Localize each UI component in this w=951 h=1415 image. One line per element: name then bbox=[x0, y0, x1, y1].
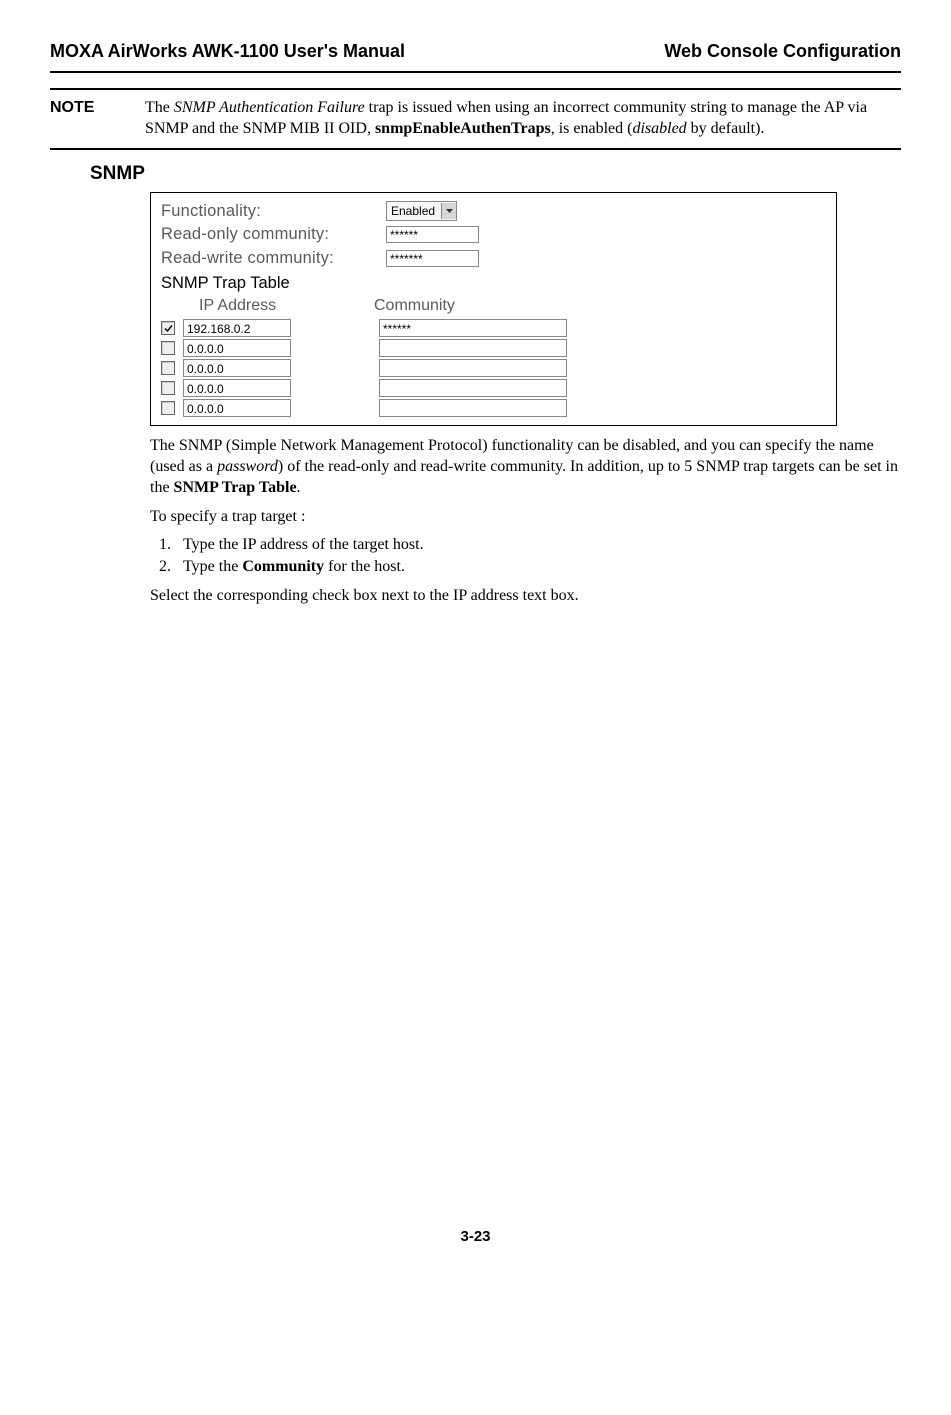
trap-community-input[interactable] bbox=[379, 359, 567, 377]
read-write-community-input[interactable]: ******* bbox=[386, 250, 479, 267]
read-only-community-input[interactable]: ****** bbox=[386, 226, 479, 243]
trap-ip-input[interactable]: 192.168.0.2 bbox=[183, 319, 291, 337]
trap-row: 0.0.0.0 bbox=[161, 359, 826, 377]
header-rule bbox=[50, 71, 901, 73]
note-bold: snmpEnableAuthenTraps bbox=[375, 120, 551, 137]
snmp-trap-table-title: SNMP Trap Table bbox=[161, 273, 826, 294]
text-bold: Community bbox=[242, 558, 324, 575]
note-label: NOTE bbox=[50, 98, 145, 140]
trap-table-headers: IP Address Community bbox=[161, 296, 826, 317]
note-italic: SNMP Authentication Failure bbox=[174, 99, 365, 116]
trap-ip-input[interactable]: 0.0.0.0 bbox=[183, 339, 291, 357]
trap-row: 0.0.0.0 bbox=[161, 339, 826, 357]
paragraph-trap-intro: To specify a trap target : bbox=[150, 507, 901, 528]
functionality-row: Functionality: Enabled bbox=[161, 201, 826, 222]
note-text: The SNMP Authentication Failure trap is … bbox=[145, 98, 901, 140]
step-1: Type the IP address of the target host. bbox=[175, 535, 901, 556]
trap-row: 192.168.0.2 ****** bbox=[161, 319, 826, 337]
page-header: MOXA AirWorks AWK-1100 User's Manual Web… bbox=[50, 40, 901, 63]
trap-enable-checkbox[interactable] bbox=[161, 381, 175, 395]
text-italic: password bbox=[217, 458, 278, 475]
read-write-community-row: Read-write community: ******* bbox=[161, 248, 826, 269]
read-only-community-label: Read-only community: bbox=[161, 224, 386, 245]
trap-community-input[interactable] bbox=[379, 379, 567, 397]
trap-enable-checkbox[interactable] bbox=[161, 361, 175, 375]
paragraph-snmp-desc: The SNMP (Simple Network Management Prot… bbox=[150, 436, 901, 498]
trap-header-ip: IP Address bbox=[199, 296, 374, 317]
trap-enable-checkbox[interactable] bbox=[161, 401, 175, 415]
read-write-community-label: Read-write community: bbox=[161, 248, 386, 269]
text-part: for the host. bbox=[324, 558, 405, 575]
functionality-label: Functionality: bbox=[161, 201, 386, 222]
header-right: Web Console Configuration bbox=[664, 40, 901, 63]
dropdown-caret-icon bbox=[441, 203, 456, 219]
header-left: MOXA AirWorks AWK-1100 User's Manual bbox=[50, 40, 405, 63]
snmp-settings-panel: Functionality: Enabled Read-only communi… bbox=[150, 192, 837, 427]
functionality-select[interactable]: Enabled bbox=[386, 201, 457, 221]
functionality-value: Enabled bbox=[391, 204, 435, 220]
note-text-part: , is enabled ( bbox=[551, 120, 633, 137]
trap-ip-input[interactable]: 0.0.0.0 bbox=[183, 359, 291, 377]
trap-steps-list: Type the IP address of the target host. … bbox=[150, 535, 901, 578]
text-bold: SNMP Trap Table bbox=[174, 479, 297, 496]
trap-enable-checkbox[interactable] bbox=[161, 321, 175, 335]
note-block: NOTE The SNMP Authentication Failure tra… bbox=[50, 88, 901, 150]
trap-ip-input[interactable]: 0.0.0.0 bbox=[183, 379, 291, 397]
text-part: . bbox=[297, 479, 301, 496]
section-heading-snmp: SNMP bbox=[90, 162, 901, 187]
text-part: Type the bbox=[183, 558, 242, 575]
trap-enable-checkbox[interactable] bbox=[161, 341, 175, 355]
note-text-part: by default). bbox=[687, 120, 765, 137]
step-2: Type the Community for the host. bbox=[175, 557, 901, 578]
trap-row: 0.0.0.0 bbox=[161, 399, 826, 417]
page-number: 3-23 bbox=[50, 1227, 901, 1247]
trap-header-community: Community bbox=[374, 296, 455, 317]
trap-community-input[interactable]: ****** bbox=[379, 319, 567, 337]
note-text-part: The bbox=[145, 99, 174, 116]
note-italic: disabled bbox=[632, 120, 686, 137]
paragraph-select-checkbox: Select the corresponding check box next … bbox=[150, 586, 901, 607]
trap-community-input[interactable] bbox=[379, 399, 567, 417]
trap-ip-input[interactable]: 0.0.0.0 bbox=[183, 399, 291, 417]
trap-row: 0.0.0.0 bbox=[161, 379, 826, 397]
trap-community-input[interactable] bbox=[379, 339, 567, 357]
read-only-community-row: Read-only community: ****** bbox=[161, 224, 826, 245]
